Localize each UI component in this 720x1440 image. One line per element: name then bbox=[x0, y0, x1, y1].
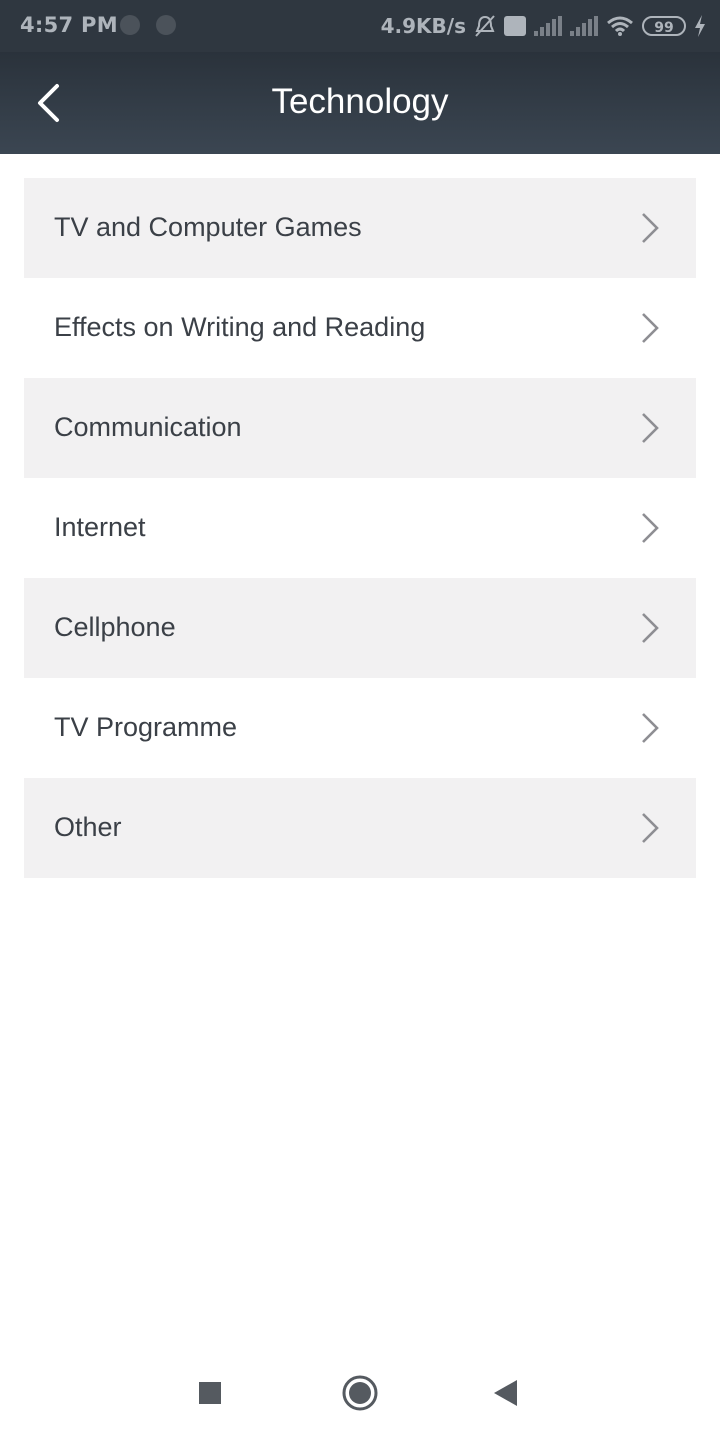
system-back-button[interactable] bbox=[484, 1372, 528, 1416]
notification-dot-icon bbox=[156, 15, 176, 35]
navigation-bar bbox=[0, 1346, 720, 1440]
recents-button[interactable] bbox=[188, 1372, 232, 1416]
list-item-label: Other bbox=[54, 812, 122, 842]
app-header: Technology bbox=[0, 52, 720, 154]
chevron-right-icon bbox=[642, 613, 659, 643]
chevron-right-icon bbox=[642, 713, 659, 743]
battery-icon: 99 bbox=[642, 16, 686, 36]
list-item[interactable]: Internet bbox=[24, 478, 696, 578]
notification-dot-icon bbox=[120, 15, 140, 35]
chevron-right-icon bbox=[642, 413, 659, 443]
recents-square-icon bbox=[199, 1382, 221, 1404]
list-item[interactable]: TV Programme bbox=[24, 678, 696, 778]
home-circle-icon bbox=[342, 1375, 378, 1411]
screen: 4:57 PM 4.9KB/s 99 Technology TV and Com… bbox=[0, 0, 720, 1440]
back-triangle-icon bbox=[494, 1380, 517, 1406]
list-item-label: TV Programme bbox=[54, 712, 238, 742]
signal-icon bbox=[570, 16, 598, 36]
list-item-label: TV and Computer Games bbox=[54, 212, 362, 242]
list-item-label: Communication bbox=[54, 412, 242, 442]
chevron-right-icon bbox=[642, 813, 659, 843]
network-speed: 4.9KB/s bbox=[380, 14, 466, 38]
category-list: TV and Computer Games Effects on Writing… bbox=[24, 178, 696, 878]
status-icons: 4.9KB/s 99 bbox=[381, 10, 706, 42]
status-bar: 4:57 PM 4.9KB/s 99 bbox=[0, 0, 720, 52]
chevron-right-icon bbox=[642, 513, 659, 543]
wifi-icon bbox=[607, 16, 633, 36]
status-time: 4:57 PM bbox=[20, 13, 118, 37]
page-title: Technology bbox=[271, 82, 449, 121]
list-item-label: Internet bbox=[54, 512, 146, 542]
signal-icon bbox=[534, 16, 562, 36]
list-item[interactable]: Other bbox=[24, 778, 696, 878]
list-item[interactable]: Communication bbox=[24, 378, 696, 478]
charging-icon bbox=[695, 15, 705, 37]
mute-bell-icon bbox=[475, 15, 495, 37]
chevron-right-icon bbox=[642, 213, 659, 243]
list-item-label: Cellphone bbox=[54, 612, 176, 642]
chevron-right-icon bbox=[642, 313, 659, 343]
list-item[interactable]: Effects on Writing and Reading bbox=[24, 278, 696, 378]
list-item-label: Effects on Writing and Reading bbox=[54, 312, 426, 342]
volte-icon bbox=[504, 16, 526, 36]
list-item[interactable]: Cellphone bbox=[24, 578, 696, 678]
home-button[interactable] bbox=[338, 1372, 382, 1416]
list-item[interactable]: TV and Computer Games bbox=[24, 178, 696, 278]
